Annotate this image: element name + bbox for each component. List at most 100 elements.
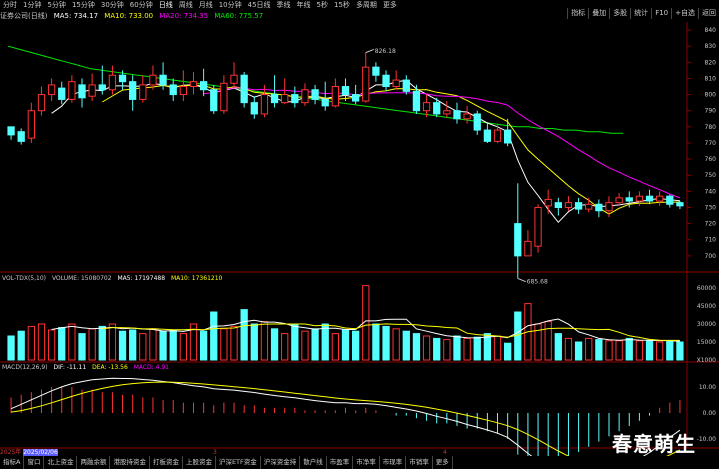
volume-bar-14 [149, 328, 157, 361]
indicator-tab-1[interactable]: 窗口 [24, 456, 45, 469]
price-tick-750: 750 [705, 172, 717, 179]
indicator-tab-9[interactable]: 散户线 [300, 456, 327, 469]
candle-body-45 [463, 113, 471, 120]
macd-dif: DIF: -11.11 [53, 364, 87, 371]
volume-bar-59 [605, 340, 613, 361]
indicator-tab-8[interactable]: 沪深资金持 [261, 456, 301, 469]
candle-body-38 [392, 79, 400, 88]
candle-body-26 [270, 94, 279, 104]
candle-body-28 [291, 94, 299, 104]
candle-body-11 [118, 74, 127, 83]
kline-chart[interactable]: 840 830 820 810 800 790 780 770 760 750 740 730 720 7… [0, 0, 719, 469]
volume-bar-0 [7, 335, 15, 361]
vol-tick-0: 60000 [697, 285, 716, 292]
vol-ma10: MA10: 17361210 [170, 275, 223, 282]
candle-body-52 [534, 206, 542, 247]
candle-body-29 [301, 89, 309, 104]
volume-bar-28 [291, 323, 299, 361]
watermark: 春意萌生 [612, 432, 696, 456]
candle-body-50 [514, 223, 522, 257]
candle-body-3 [37, 94, 46, 112]
macd-tick-1: 0.00 [703, 410, 717, 417]
volume-bar-50 [514, 311, 522, 361]
indicator-tab-7[interactable]: 沪深ETF资金 [216, 456, 261, 469]
macd-dea: DEA: -13.56 [92, 364, 128, 371]
vol-tick-4: X1000 [697, 357, 717, 364]
indicator-tab-4[interactable]: 港股持资金 [110, 456, 150, 469]
macd-tick-2: -10.00 [697, 436, 717, 443]
candle-body-25 [260, 94, 269, 115]
volume-bar-31 [321, 323, 329, 361]
candle-body-61 [625, 197, 633, 202]
volume-bar-4 [47, 329, 56, 361]
candle-body-2 [27, 110, 35, 139]
ma10-line [102, 84, 680, 215]
volume-bar-6 [68, 323, 76, 361]
volume-bar-56 [574, 341, 583, 361]
volume-bar-61 [625, 337, 633, 361]
indicator-tab-14[interactable]: 更多 [433, 456, 453, 469]
price-tick-820: 820 [705, 59, 717, 66]
candle-body-60 [615, 197, 623, 204]
candle-body-31 [321, 98, 329, 107]
volume-bar-33 [341, 329, 350, 361]
volume-bar-22 [230, 325, 238, 361]
vol-volume: VOLUME: 15080702 [51, 275, 112, 282]
volume-bar-7 [78, 333, 86, 361]
volume-bar-44 [453, 335, 461, 361]
price-tick-810: 810 [705, 75, 717, 82]
candle-body-55 [564, 202, 573, 208]
candle-body-1 [17, 131, 25, 142]
candle-body-40 [412, 90, 421, 112]
candle-body-21 [220, 82, 228, 112]
volume-bar-55 [564, 337, 573, 361]
indicator-tab-0[interactable]: 指标A [0, 456, 25, 469]
candle-body-43 [443, 110, 451, 115]
volume-bar-1 [17, 330, 25, 361]
volume-bar-9 [98, 325, 106, 361]
volume-bar-26 [270, 328, 279, 361]
price-tick-700: 700 [705, 253, 717, 260]
candle-body-6 [68, 81, 76, 100]
volume-bar-37 [382, 325, 390, 361]
indicator-tab-12[interactable]: 市现率 [380, 456, 407, 469]
indicator-tab-5[interactable]: 打板资金 [150, 456, 183, 469]
indicator-tab-3[interactable]: 两融余额 [77, 456, 111, 469]
volume-bar-40 [412, 333, 421, 361]
vol-title: VOL-TDX(5,10) [2, 275, 47, 282]
candle-body-22 [230, 74, 238, 84]
candle-body-8 [88, 84, 96, 97]
volume-bar-52 [534, 323, 542, 361]
indicator-tab-11[interactable]: 市净率 [353, 456, 380, 469]
macd-label-row: MACD(12,26,9) DIF: -11.11 DEA: -13.56 MA… [2, 364, 173, 371]
volume-bar-24 [250, 323, 258, 361]
candle-body-34 [351, 94, 360, 102]
indicator-tab-2[interactable]: 北上资金 [44, 456, 78, 469]
candle-body-30 [311, 89, 319, 100]
volume-bar-66 [676, 341, 684, 361]
price-tick-720: 720 [705, 221, 717, 228]
indicator-tab-10[interactable]: 市盈率 [327, 456, 354, 469]
indicator-tab-6[interactable]: 上股资金 [183, 456, 216, 469]
candle-body-39 [402, 79, 410, 92]
candle-body-65 [666, 195, 674, 205]
candle-body-63 [645, 195, 654, 202]
volume-bar-13 [139, 333, 147, 361]
candle-body-47 [483, 129, 492, 142]
indicator-tabs: 指标A 窗口 北上资金 两融余额 港股持资金 打板资金 上股资金 沪深ETF资金 沪深资金持 散户… [0, 456, 719, 469]
volume-bar-11 [118, 330, 127, 361]
volume-bar-64 [656, 341, 664, 361]
volume-bar-42 [433, 337, 441, 361]
candle-body-19 [199, 81, 208, 91]
vol-tick-1: 45000 [697, 303, 716, 310]
volume-bar-36 [372, 323, 380, 361]
candle-body-56 [574, 202, 583, 210]
candle-body-7 [78, 84, 86, 99]
candle-body-32 [331, 86, 340, 107]
candle-body-42 [433, 102, 441, 115]
volume-bar-30 [311, 328, 319, 361]
candle-body-58 [595, 203, 603, 212]
price-tick-800: 800 [705, 92, 717, 99]
volume-bar-29 [301, 330, 309, 361]
indicator-tab-13[interactable]: 市销率 [406, 456, 433, 469]
